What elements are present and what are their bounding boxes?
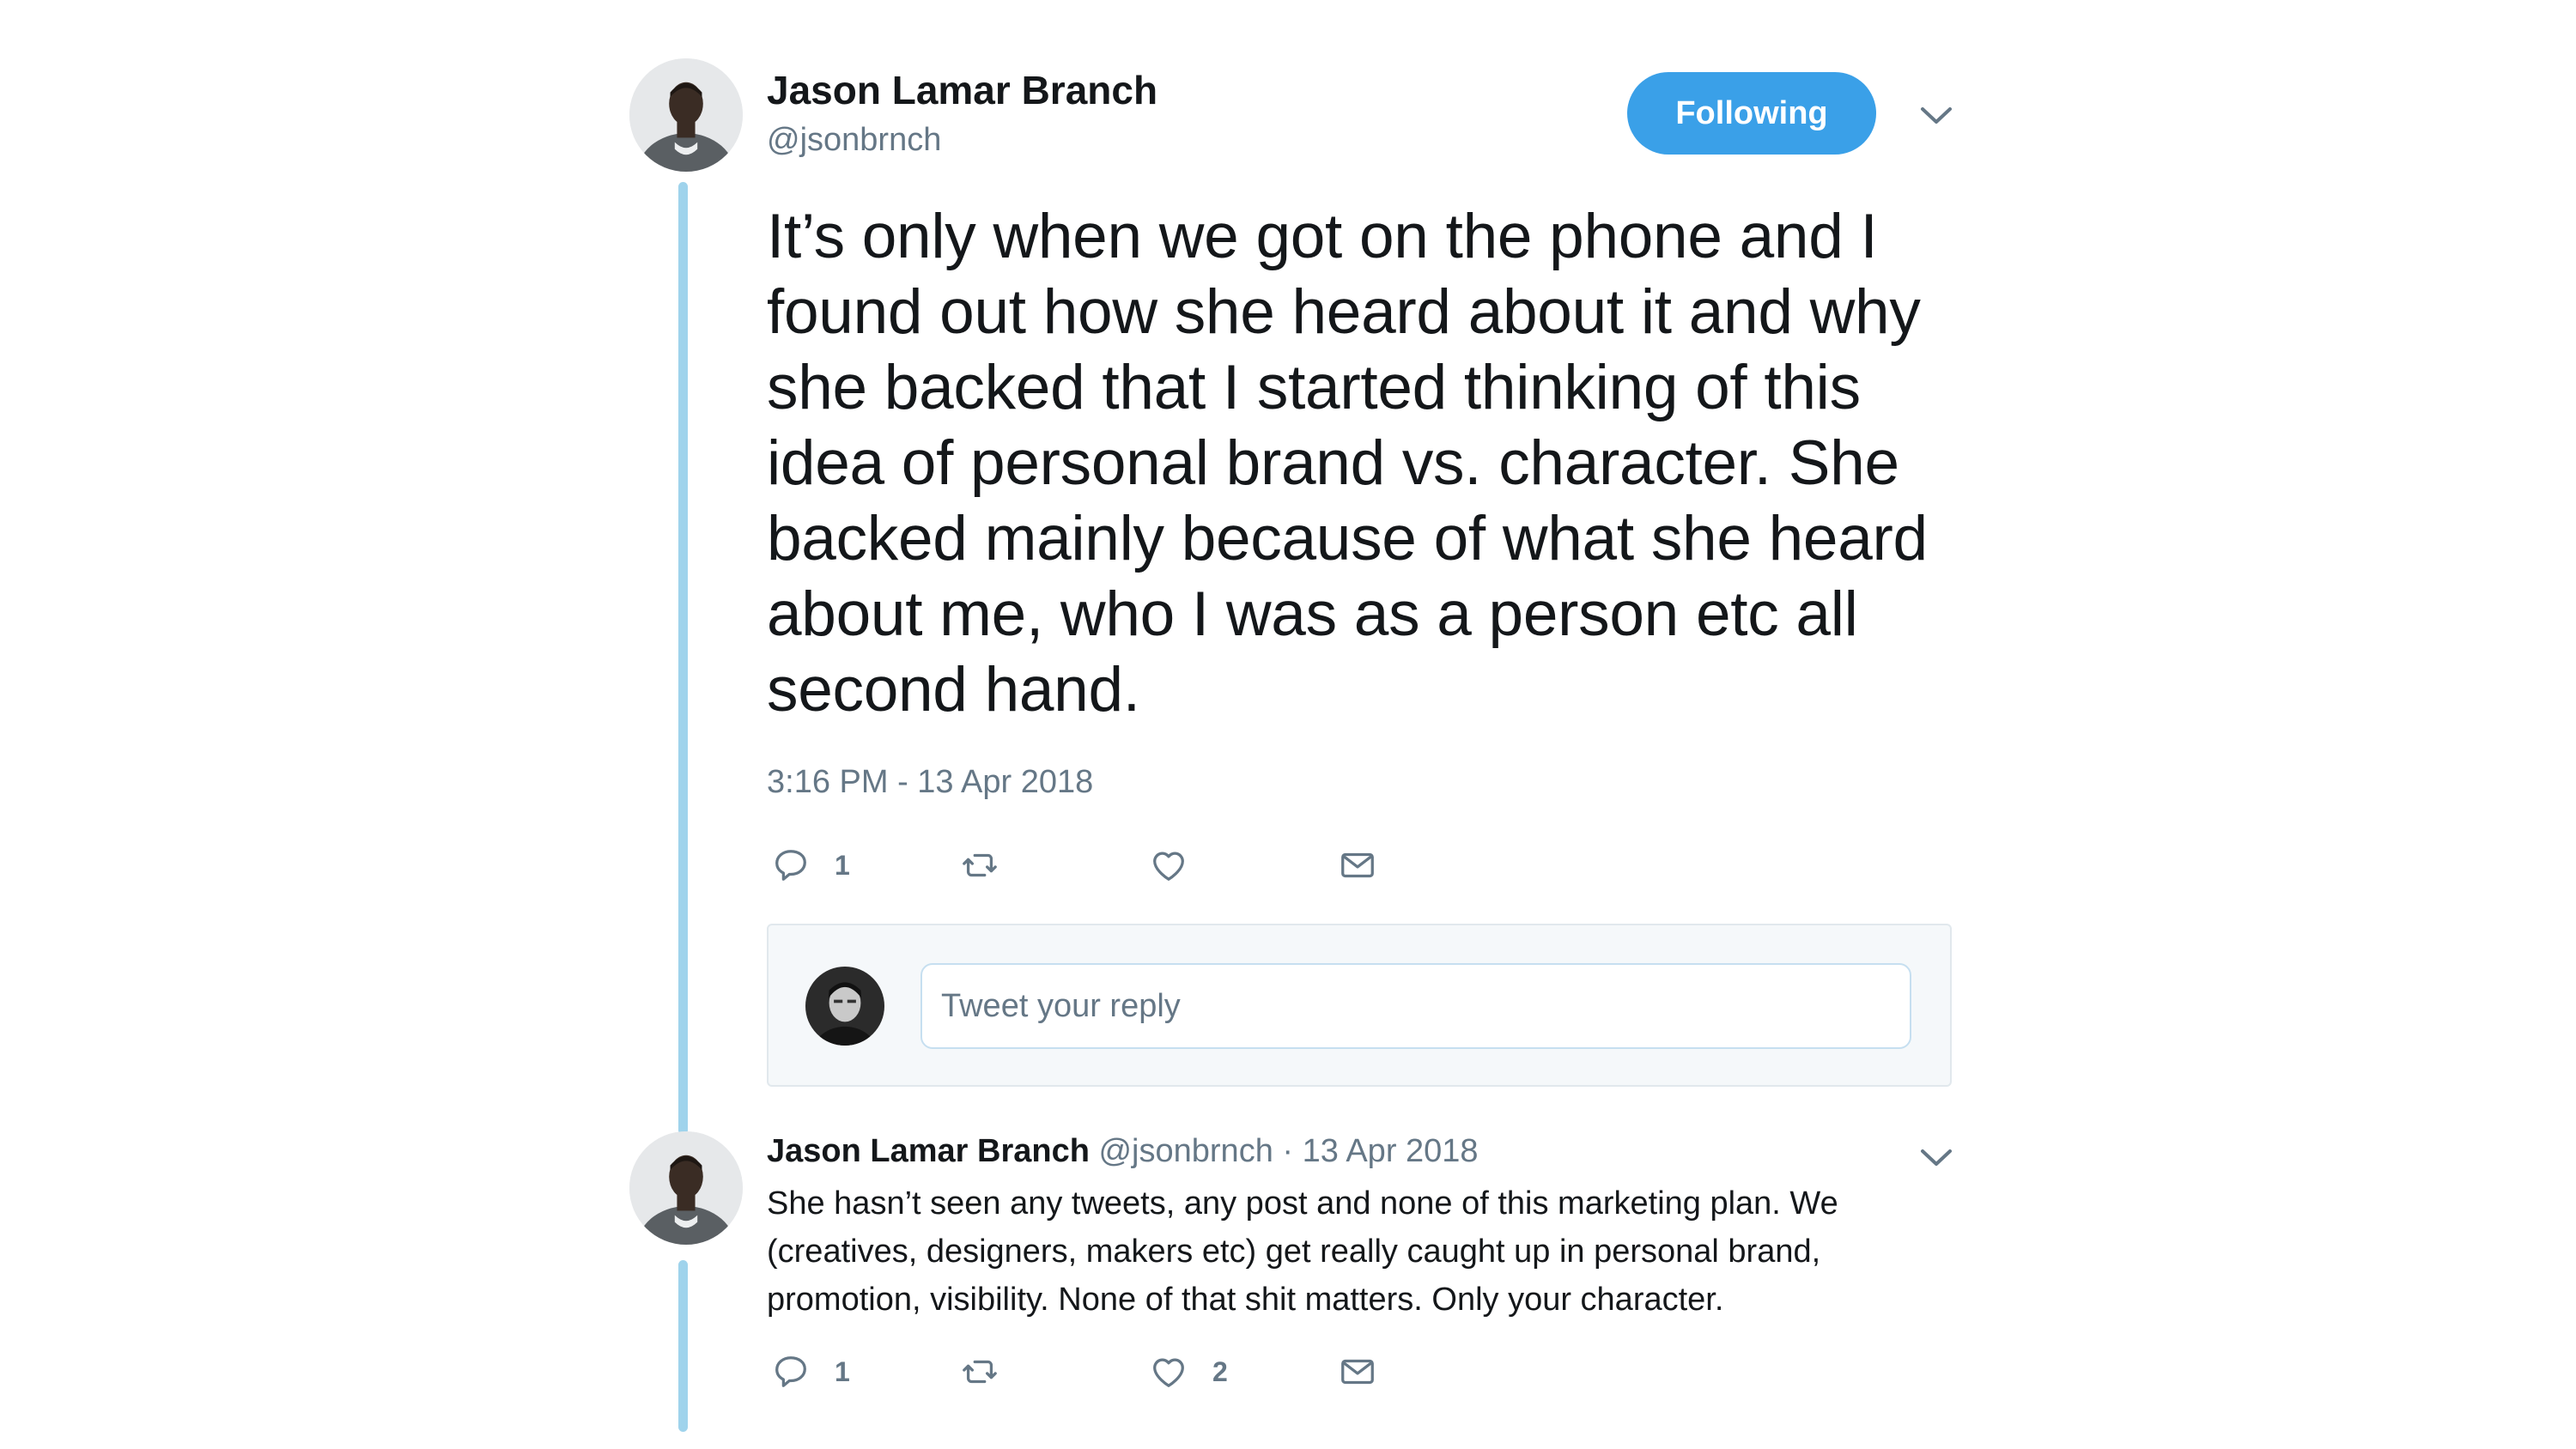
author-name[interactable]: Jason Lamar Branch xyxy=(767,67,1157,113)
reply-button[interactable]: 1 xyxy=(771,841,850,889)
reply-retweet-button[interactable] xyxy=(960,1348,1024,1396)
reply-input[interactable] xyxy=(920,963,1911,1049)
reply-separator: · xyxy=(1282,1133,1294,1169)
retweet-button[interactable] xyxy=(960,841,1024,889)
reply-more-options-chevron-icon[interactable] xyxy=(1919,1147,1953,1169)
author-handle[interactable]: @jsonbrnch xyxy=(767,122,941,159)
comment-icon xyxy=(775,850,806,881)
following-button[interactable]: Following xyxy=(1627,72,1876,155)
tweet-actions: 1 xyxy=(771,841,1424,889)
reply-direct-message-button[interactable] xyxy=(1338,1348,1377,1396)
heart-icon xyxy=(1153,852,1184,881)
retweet-icon xyxy=(963,853,997,877)
reply-reply-button[interactable]: 1 xyxy=(771,1348,850,1396)
thread-line-bottom xyxy=(678,1260,688,1432)
tweet-text: It’s only when we got on the phone and I… xyxy=(767,202,1928,724)
person-icon xyxy=(805,967,884,1046)
comment-icon xyxy=(775,1356,806,1387)
tweet-timestamp[interactable]: 3:16 PM - 13 Apr 2018 xyxy=(767,764,1093,801)
reply-tweet-actions: 1 2 xyxy=(771,1348,1424,1396)
direct-message-button[interactable] xyxy=(1338,841,1377,889)
more-options-chevron-icon[interactable] xyxy=(1919,105,1953,127)
reply-like-button[interactable]: 2 xyxy=(1149,1348,1228,1396)
reply-count: 1 xyxy=(835,849,850,881)
thread-line-top xyxy=(678,182,688,1135)
reply-author-name[interactable]: Jason Lamar Branch xyxy=(767,1133,1090,1169)
reply-date[interactable]: 13 Apr 2018 xyxy=(1303,1133,1479,1169)
reply-like-count: 2 xyxy=(1212,1355,1228,1387)
reply-header: Jason Lamar Branch @jsonbrnch · 13 Apr 2… xyxy=(767,1133,1479,1170)
heart-icon xyxy=(1153,1358,1184,1387)
person-icon xyxy=(629,1131,743,1245)
author-avatar[interactable] xyxy=(629,58,743,172)
retweet-icon xyxy=(963,1360,997,1384)
person-icon xyxy=(629,58,743,172)
reply-tweet-text: She hasn’t seen any tweets, any post and… xyxy=(767,1185,1838,1318)
reply-author-handle[interactable]: @jsonbrnch xyxy=(1098,1133,1273,1169)
envelope-icon xyxy=(1341,852,1374,878)
reply-reply-count: 1 xyxy=(835,1355,850,1387)
current-user-avatar[interactable] xyxy=(805,967,884,1046)
reply-author-avatar[interactable] xyxy=(629,1131,743,1245)
like-button[interactable] xyxy=(1149,841,1212,889)
envelope-icon xyxy=(1341,1359,1374,1385)
